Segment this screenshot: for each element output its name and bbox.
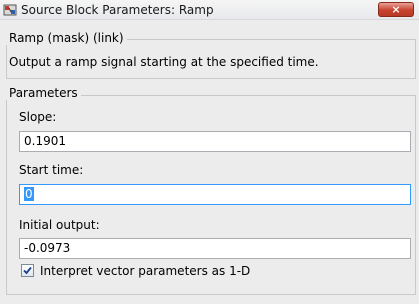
start-time-field[interactable]: 0 (19, 184, 411, 205)
window-title: Source Block Parameters: Ramp (21, 3, 214, 17)
interpret-vector-label[interactable]: Interpret vector parameters as 1-D (40, 264, 250, 278)
simulink-icon (3, 3, 17, 17)
title-bar[interactable]: Source Block Parameters: Ramp × (0, 0, 419, 20)
initial-output-value: -0.0973 (24, 241, 71, 255)
slope-field[interactable]: 0.1901 (19, 131, 411, 152)
parameters-group-legend: Parameters (6, 86, 81, 100)
start-time-value: 0 (24, 187, 34, 201)
start-time-label: Start time: (19, 163, 84, 177)
initial-output-field[interactable]: -0.0973 (19, 238, 411, 259)
initial-output-label: Initial output: (19, 218, 100, 232)
block-description: Output a ramp signal starting at the spe… (9, 55, 319, 69)
slope-label: Slope: (19, 110, 57, 124)
slope-value: 0.1901 (24, 134, 66, 148)
mask-group-legend: Ramp (mask) (link) (6, 31, 127, 45)
interpret-vector-checkbox[interactable] (21, 264, 34, 277)
close-button[interactable]: × (378, 2, 414, 17)
checkmark-icon (23, 266, 32, 275)
dialog-window: Source Block Parameters: Ramp × Ramp (ma… (0, 0, 419, 304)
